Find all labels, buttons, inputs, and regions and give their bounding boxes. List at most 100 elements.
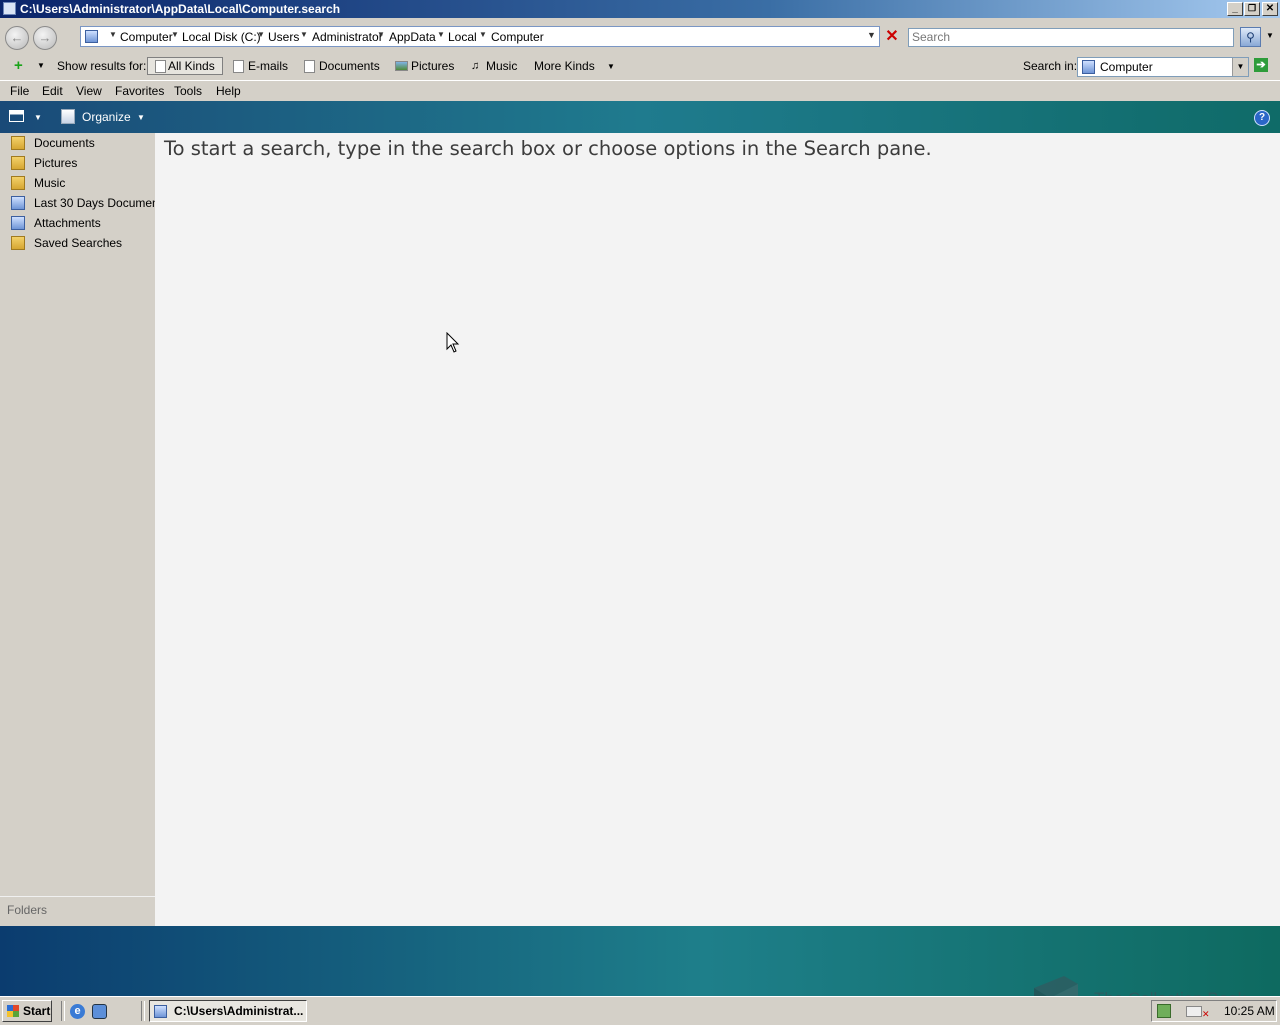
menu-file[interactable]: File <box>10 84 29 98</box>
system-tray: ✕ 10:25 AM <box>1151 1000 1277 1022</box>
filter-emails[interactable]: E-mails <box>231 57 288 75</box>
search-in-value: Computer <box>1100 60 1153 74</box>
chevron-down-icon[interactable]: ▼ <box>1232 58 1248 76</box>
taskbar-divider <box>141 1001 145 1021</box>
chevron-down-icon[interactable]: ▼ <box>171 30 179 39</box>
nav-item-label: Documents <box>34 136 95 150</box>
nav-item-pictures[interactable]: Pictures <box>8 153 155 173</box>
server-manager-icon[interactable] <box>92 1004 107 1019</box>
search-options-arrow-icon[interactable]: ▼ <box>1266 31 1274 40</box>
command-bar: ▼ Organize ▼ ? <box>0 101 1280 133</box>
music-folder-icon <box>11 176 25 190</box>
menu-help[interactable]: Help <box>216 84 241 98</box>
filter-music[interactable]: ♫ Music <box>469 57 517 75</box>
breadcrumb-administrator[interactable]: Administrator <box>312 30 383 44</box>
search-input[interactable]: Search <box>908 28 1234 47</box>
search-in-select[interactable]: Computer ▼ <box>1077 57 1249 77</box>
security-icon[interactable] <box>1157 1004 1171 1018</box>
email-icon <box>233 60 244 73</box>
pictures-folder-icon <box>11 156 25 170</box>
chevron-down-icon[interactable]: ▼ <box>479 30 487 39</box>
start-label: Start <box>23 1004 51 1018</box>
start-button[interactable]: Start <box>2 1000 52 1022</box>
network-icon[interactable] <box>1186 1006 1202 1017</box>
breadcrumb-users[interactable]: Users <box>268 30 299 44</box>
menu-edit[interactable]: Edit <box>42 84 63 98</box>
chevron-down-icon[interactable]: ▼ <box>300 30 308 39</box>
results-pane: To start a search, type in the search bo… <box>155 133 1280 926</box>
filter-documents[interactable]: Documents <box>302 57 380 75</box>
taskbar-window-label: C:\Users\Administrat... <box>174 1004 304 1018</box>
menu-favorites[interactable]: Favorites <box>115 84 164 98</box>
search-folder-icon <box>3 2 16 15</box>
chevron-down-icon[interactable]: ▼ <box>37 61 45 70</box>
folders-label: Folders <box>7 903 48 917</box>
minimize-button[interactable]: _ <box>1227 2 1243 16</box>
chevron-down-icon[interactable]: ▼ <box>137 113 145 122</box>
title-bar[interactable]: C:\Users\Administrator\AppData\Local\Com… <box>0 0 1280 18</box>
search-filter-bar: + ▼ Show results for: All Kinds E-mails … <box>0 54 1280 78</box>
address-dropdown-icon[interactable]: ▼ <box>867 30 876 40</box>
folders-toggle[interactable]: Folders <box>0 896 155 927</box>
search-icon[interactable]: ⚲ <box>1240 27 1261 47</box>
nav-item-attachments[interactable]: Attachments <box>8 213 155 233</box>
add-criteria-icon[interactable]: + <box>14 57 23 74</box>
nav-item-saved-searches[interactable]: Saved Searches <box>8 233 155 253</box>
document-icon <box>304 60 315 73</box>
clock[interactable]: 10:25 AM <box>1224 1001 1275 1021</box>
filter-emails-label: E-mails <box>248 59 289 73</box>
mouse-cursor-icon <box>446 332 460 353</box>
forward-button[interactable]: → <box>33 26 57 50</box>
filter-more-kinds[interactable]: More Kinds <box>534 57 595 75</box>
taskbar: Start e C:\Users\Administrat... ✕ 10:25 … <box>0 996 1280 1025</box>
taskbar-divider <box>61 1001 65 1021</box>
maximize-button[interactable]: ❐ <box>1244 2 1260 16</box>
address-row: ← → ▼ Computer ▼ Local Disk (C:) ▼ Users… <box>0 18 1280 54</box>
windows-logo-icon <box>7 1005 19 1017</box>
menu-view[interactable]: View <box>76 84 102 98</box>
music-note-icon: ♫ <box>471 60 480 72</box>
chevron-down-icon[interactable]: ▼ <box>607 62 615 71</box>
breadcrumb-appdata[interactable]: AppData <box>389 30 436 44</box>
organize-icon <box>61 109 75 124</box>
chevron-down-icon[interactable]: ▼ <box>34 113 42 122</box>
documents-folder-icon <box>11 136 25 150</box>
address-bar[interactable]: ▼ Computer ▼ Local Disk (C:) ▼ Users ▼ A… <box>80 26 880 47</box>
computer-search-icon <box>1082 60 1095 74</box>
search-folder-icon <box>154 1005 167 1018</box>
search-hint-text: To start a search, type in the search bo… <box>164 137 932 160</box>
clear-search-icon[interactable]: ✕ <box>882 27 902 47</box>
layout-icon[interactable] <box>9 110 24 122</box>
chevron-down-icon[interactable]: ▼ <box>257 30 265 39</box>
network-error-icon: ✕ <box>1202 1009 1210 1019</box>
breadcrumb-local[interactable]: Local <box>448 30 477 44</box>
filter-pictures[interactable]: Pictures <box>394 57 454 75</box>
filter-all-kinds-label: All Kinds <box>168 59 215 73</box>
filter-documents-label: Documents <box>319 59 380 73</box>
breadcrumb-local-disk[interactable]: Local Disk (C:) <box>182 30 261 44</box>
search-in-label: Search in: <box>1023 59 1078 73</box>
nav-item-label: Last 30 Days Documents <box>34 196 169 210</box>
nav-item-label: Attachments <box>34 216 101 230</box>
chevron-down-icon[interactable]: ▼ <box>437 30 445 39</box>
filter-pictures-label: Pictures <box>411 59 455 73</box>
organize-button[interactable]: Organize <box>82 110 131 124</box>
go-arrow-icon[interactable]: ➔ <box>1254 58 1268 72</box>
chevron-down-icon[interactable]: ▼ <box>109 30 117 39</box>
chevron-down-icon[interactable]: ▼ <box>377 30 385 39</box>
saved-search-icon <box>11 196 25 210</box>
filter-music-label: Music <box>486 59 518 73</box>
menu-tools[interactable]: Tools <box>174 84 202 98</box>
taskbar-window-item[interactable]: C:\Users\Administrat... <box>149 1000 307 1022</box>
close-button[interactable]: ✕ <box>1262 2 1278 16</box>
filter-all-kinds[interactable]: All Kinds <box>147 57 223 75</box>
nav-item-last-30-days[interactable]: Last 30 Days Documents <box>8 193 168 213</box>
help-icon[interactable]: ? <box>1254 110 1270 126</box>
breadcrumb-computer[interactable]: Computer <box>120 30 173 44</box>
nav-item-documents[interactable]: Documents <box>8 133 155 153</box>
nav-item-music[interactable]: Music <box>8 173 155 193</box>
internet-explorer-icon[interactable]: e <box>70 1004 85 1019</box>
saved-search-icon <box>11 216 25 230</box>
breadcrumb-computer-search[interactable]: Computer <box>491 30 544 44</box>
back-button[interactable]: ← <box>5 26 29 50</box>
